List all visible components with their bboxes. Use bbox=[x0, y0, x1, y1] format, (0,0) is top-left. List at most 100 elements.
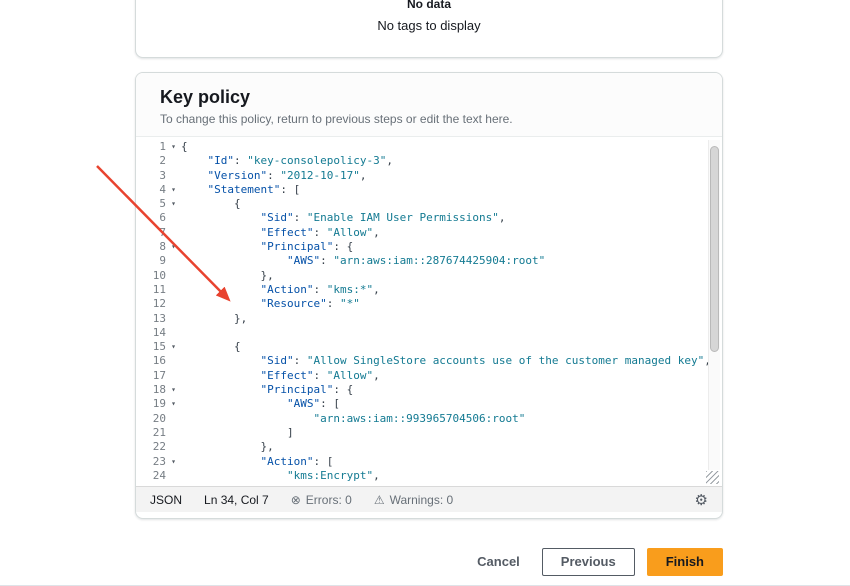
key-policy-description: To change this policy, return to previou… bbox=[160, 112, 698, 126]
line-number: 11 bbox=[136, 283, 166, 297]
editor-line: 16 "Sid": "Allow SingleStore accounts us… bbox=[136, 354, 722, 368]
code-text: "Version": "2012-10-17", bbox=[181, 169, 366, 183]
line-number: 15 bbox=[136, 340, 166, 354]
code-text: "Resource": "*" bbox=[181, 297, 360, 311]
fold-gutter-spacer bbox=[166, 254, 181, 268]
code-text: "Sid": "Allow SingleStore accounts use o… bbox=[181, 354, 711, 368]
code-text: }, bbox=[181, 312, 247, 326]
line-number: 24 bbox=[136, 469, 166, 483]
editor-line: 1▾{ bbox=[136, 140, 722, 154]
fold-toggle-icon[interactable]: ▾ bbox=[166, 383, 181, 397]
wizard-footer: Cancel Previous Finish bbox=[135, 548, 723, 576]
editor-line: 12 "Resource": "*" bbox=[136, 297, 722, 311]
editor-line: 21 ] bbox=[136, 426, 722, 440]
fold-toggle-icon[interactable]: ▾ bbox=[166, 455, 181, 469]
editor-line: 7 "Effect": "Allow", bbox=[136, 226, 722, 240]
line-number: 6 bbox=[136, 211, 166, 225]
editor-warnings-status: ⚠ Warnings: 0 bbox=[374, 493, 453, 507]
editor-resize-grip[interactable] bbox=[706, 471, 719, 484]
line-number: 12 bbox=[136, 297, 166, 311]
fold-gutter-spacer bbox=[166, 312, 181, 326]
code-text: { bbox=[181, 197, 241, 211]
fold-toggle-icon[interactable]: ▾ bbox=[166, 183, 181, 197]
fold-gutter-spacer bbox=[166, 412, 181, 426]
line-number: 19 bbox=[136, 397, 166, 411]
key-policy-header: Key policy To change this policy, return… bbox=[136, 73, 722, 137]
key-policy-card: Key policy To change this policy, return… bbox=[135, 72, 723, 519]
fold-gutter-spacer bbox=[166, 211, 181, 225]
line-number: 17 bbox=[136, 369, 166, 383]
key-policy-title: Key policy bbox=[160, 87, 698, 108]
editor-line: 22 }, bbox=[136, 440, 722, 454]
line-number: 2 bbox=[136, 154, 166, 168]
editor-scrollbar-thumb[interactable] bbox=[710, 146, 719, 352]
empty-state-subtitle: No tags to display bbox=[377, 18, 480, 33]
fold-gutter-spacer bbox=[166, 283, 181, 297]
fold-gutter-spacer bbox=[166, 269, 181, 283]
editor-line: 14 bbox=[136, 326, 722, 340]
code-text bbox=[181, 326, 188, 340]
editor-line: 9 "AWS": "arn:aws:iam::287674425904:root… bbox=[136, 254, 722, 268]
fold-toggle-icon[interactable]: ▾ bbox=[166, 197, 181, 211]
editor-cursor-position: Ln 34, Col 7 bbox=[204, 493, 269, 507]
line-number: 18 bbox=[136, 383, 166, 397]
code-text: ] bbox=[181, 426, 294, 440]
fold-gutter-spacer bbox=[166, 154, 181, 168]
line-number: 23 bbox=[136, 455, 166, 469]
cancel-button[interactable]: Cancel bbox=[467, 549, 530, 575]
editor-line: 3 "Version": "2012-10-17", bbox=[136, 169, 722, 183]
editor-status-bar: JSON Ln 34, Col 7 ⊗ Errors: 0 ⚠ Warnings… bbox=[136, 486, 722, 512]
editor-line: 2 "Id": "key-consolepolicy-3", bbox=[136, 154, 722, 168]
fold-toggle-icon[interactable]: ▾ bbox=[166, 240, 181, 254]
editor-errors-status: ⊗ Errors: 0 bbox=[291, 493, 352, 507]
fold-gutter-spacer bbox=[166, 354, 181, 368]
code-text: "AWS": [ bbox=[181, 397, 340, 411]
line-number: 13 bbox=[136, 312, 166, 326]
page: No data No tags to display Key policy To… bbox=[0, 0, 850, 586]
fold-gutter-spacer bbox=[166, 297, 181, 311]
code-text: { bbox=[181, 140, 188, 154]
editor-language-label: JSON bbox=[150, 493, 182, 507]
line-number: 8 bbox=[136, 240, 166, 254]
editor-line: 8▾ "Principal": { bbox=[136, 240, 722, 254]
editor-scrollbar[interactable] bbox=[708, 140, 720, 470]
code-text: "Statement": [ bbox=[181, 183, 300, 197]
editor-line: 20 "arn:aws:iam::993965704506:root" bbox=[136, 412, 722, 426]
editor-line: 24 "kms:Encrypt", bbox=[136, 469, 722, 483]
empty-state-title: No data bbox=[407, 0, 451, 11]
fold-gutter-spacer bbox=[166, 369, 181, 383]
fold-toggle-icon[interactable]: ▾ bbox=[166, 397, 181, 411]
code-text: }, bbox=[181, 440, 274, 454]
code-text: "Principal": { bbox=[181, 240, 353, 254]
finish-button[interactable]: Finish bbox=[647, 548, 723, 576]
previous-button[interactable]: Previous bbox=[542, 548, 635, 576]
fold-toggle-icon[interactable]: ▾ bbox=[166, 140, 181, 154]
code-text: }, bbox=[181, 269, 274, 283]
line-number: 1 bbox=[136, 140, 166, 154]
line-number: 16 bbox=[136, 354, 166, 368]
editor-line: 11 "Action": "kms:*", bbox=[136, 283, 722, 297]
editor-settings-gear-icon[interactable]: ⚙ bbox=[695, 491, 708, 509]
editor-line: 4▾ "Statement": [ bbox=[136, 183, 722, 197]
editor-line: 17 "Effect": "Allow", bbox=[136, 369, 722, 383]
line-number: 20 bbox=[136, 412, 166, 426]
editor-line: 23▾ "Action": [ bbox=[136, 455, 722, 469]
editor-line: 5▾ { bbox=[136, 197, 722, 211]
line-number: 10 bbox=[136, 269, 166, 283]
fold-gutter-spacer bbox=[166, 469, 181, 483]
editor-line: 18▾ "Principal": { bbox=[136, 383, 722, 397]
card-bottom-padding bbox=[136, 512, 722, 518]
code-text: "kms:Encrypt", bbox=[181, 469, 380, 483]
editor-line: 6 "Sid": "Enable IAM User Permissions", bbox=[136, 211, 722, 225]
editor-line: 19▾ "AWS": [ bbox=[136, 397, 722, 411]
code-text: { bbox=[181, 340, 241, 354]
policy-json-editor[interactable]: 1▾{2 "Id": "key-consolepolicy-3",3 "Vers… bbox=[136, 137, 722, 486]
line-number: 14 bbox=[136, 326, 166, 340]
error-circle-icon: ⊗ bbox=[291, 493, 301, 507]
code-text: "Id": "key-consolepolicy-3", bbox=[181, 154, 393, 168]
tags-empty-state-card: No data No tags to display bbox=[135, 0, 723, 58]
warning-triangle-icon: ⚠ bbox=[374, 493, 385, 507]
fold-toggle-icon[interactable]: ▾ bbox=[166, 340, 181, 354]
code-text: "Action": "kms:*", bbox=[181, 283, 380, 297]
fold-gutter-spacer bbox=[166, 326, 181, 340]
